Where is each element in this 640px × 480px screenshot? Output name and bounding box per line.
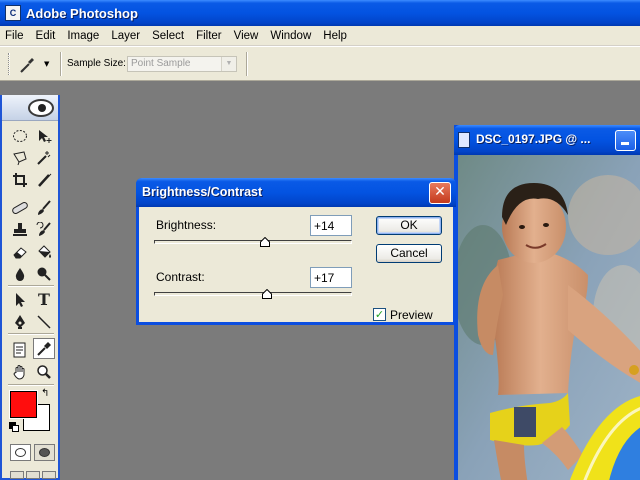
brush-icon[interactable] <box>33 197 55 218</box>
type-icon[interactable]: T <box>33 289 55 310</box>
close-icon: ✕ <box>434 184 446 200</box>
quick-mask-mode-button[interactable] <box>34 444 55 461</box>
zoom-icon[interactable] <box>33 361 55 382</box>
options-bar-grip[interactable] <box>8 53 10 75</box>
document-icon <box>458 132 470 148</box>
eraser-icon[interactable] <box>9 241 31 262</box>
slice-icon[interactable] <box>33 169 55 190</box>
document-titlebar[interactable]: DSC_0197.JPG @ ... <box>454 125 640 155</box>
sample-size-select[interactable]: Point Sample ▼ <box>127 56 237 72</box>
magic-wand-icon[interactable] <box>33 147 55 168</box>
clone-stamp-icon[interactable] <box>9 219 31 240</box>
app-title: Adobe Photoshop <box>26 5 138 21</box>
sample-size-label: Sample Size: <box>67 58 126 69</box>
checkmark-icon: ✓ <box>374 308 385 321</box>
brightness-input[interactable]: +14 <box>310 215 352 236</box>
photoshop-eye-logo-icon[interactable] <box>28 99 54 117</box>
dialog-title: Brightness/Contrast <box>142 185 263 199</box>
dodge-icon[interactable] <box>33 263 55 284</box>
swap-colors-icon[interactable]: ↰ <box>41 388 49 399</box>
full-screen-mode-button[interactable] <box>42 471 56 479</box>
menu-select[interactable]: Select <box>147 30 191 42</box>
screen-mode-buttons <box>10 471 56 479</box>
menu-edit[interactable]: Edit <box>31 30 63 42</box>
preview-label[interactable]: Preview <box>390 308 433 322</box>
ok-button[interactable]: OK <box>376 216 442 235</box>
photoshop-app-icon[interactable]: C <box>5 5 21 21</box>
toolbox-separator <box>8 333 54 335</box>
document-window: DSC_0197.JPG @ ... <box>454 125 640 480</box>
toolbox-separator <box>8 384 54 386</box>
contrast-slider-thumb[interactable] <box>262 289 273 299</box>
standard-screen-mode-button[interactable] <box>10 471 24 479</box>
options-separator <box>246 52 248 76</box>
brightness-label: Brightness: <box>156 218 217 232</box>
sample-size-value: Point Sample <box>131 58 191 69</box>
foreground-color-swatch[interactable] <box>9 390 38 419</box>
paint-bucket-icon[interactable] <box>33 241 55 262</box>
tool-preset-picker[interactable]: ▼ <box>18 52 58 76</box>
menu-view[interactable]: View <box>229 30 266 42</box>
menu-filter[interactable]: Filter <box>191 30 229 42</box>
line-icon[interactable] <box>33 311 55 332</box>
eyedropper-icon[interactable] <box>33 338 55 359</box>
cancel-button[interactable]: Cancel <box>376 244 442 263</box>
history-brush-icon[interactable] <box>33 219 55 240</box>
standard-mode-icon <box>15 448 26 457</box>
menu-image[interactable]: Image <box>62 30 106 42</box>
healing-brush-icon[interactable] <box>9 197 31 218</box>
move-icon[interactable] <box>33 125 55 146</box>
minimize-button[interactable] <box>615 130 636 151</box>
document-title: DSC_0197.JPG @ ... <box>476 132 591 146</box>
contrast-input[interactable]: +17 <box>310 267 352 288</box>
crop-icon[interactable] <box>9 169 31 190</box>
hand-icon[interactable] <box>9 361 31 382</box>
menu-help[interactable]: Help <box>318 30 354 42</box>
menu-file[interactable]: File <box>0 30 31 42</box>
menu-window[interactable]: Window <box>265 30 318 42</box>
dialog-titlebar[interactable]: Brightness/Contrast ✕ <box>136 178 456 207</box>
lasso-icon[interactable] <box>9 147 31 168</box>
standard-mode-button[interactable] <box>10 444 31 461</box>
contrast-label: Contrast: <box>156 270 205 284</box>
close-button[interactable]: ✕ <box>429 182 451 204</box>
preview-checkbox[interactable]: ✓ <box>373 308 386 321</box>
menu-bar: File Edit Image Layer Select Filter View… <box>0 26 640 46</box>
dialog-body: Brightness: +14 Contrast: +17 OK Cancel … <box>139 207 453 322</box>
default-colors-icon[interactable] <box>9 422 19 432</box>
toolbox: T ↰ <box>0 95 60 480</box>
menu-layer[interactable]: Layer <box>106 30 147 42</box>
options-separator <box>60 52 62 76</box>
app-titlebar[interactable]: C Adobe Photoshop <box>0 0 640 26</box>
quick-mask-icon <box>39 448 50 457</box>
pen-icon[interactable] <box>9 311 31 332</box>
photo-boy-in-pool <box>458 155 640 480</box>
chevron-down-icon: ▼ <box>44 60 50 68</box>
options-bar: ▼ Sample Size: Point Sample ▼ <box>0 46 640 81</box>
contrast-slider-track[interactable] <box>154 289 352 299</box>
blur-icon[interactable] <box>9 263 31 284</box>
chevron-down-icon: ▼ <box>221 57 236 71</box>
marquee-ellipse-icon[interactable] <box>9 125 31 146</box>
notes-icon[interactable] <box>9 339 31 360</box>
toolbox-separator <box>8 285 54 287</box>
full-screen-menu-mode-button[interactable] <box>26 471 40 479</box>
brightness-contrast-dialog: Brightness/Contrast ✕ Brightness: +14 Co… <box>136 178 456 325</box>
toolbox-header[interactable] <box>2 95 58 121</box>
path-selection-icon[interactable] <box>9 289 31 310</box>
eyedropper-icon <box>20 58 34 73</box>
brightness-slider-thumb[interactable] <box>259 237 270 247</box>
brightness-slider-track[interactable] <box>154 237 352 247</box>
image-canvas[interactable] <box>458 155 640 480</box>
